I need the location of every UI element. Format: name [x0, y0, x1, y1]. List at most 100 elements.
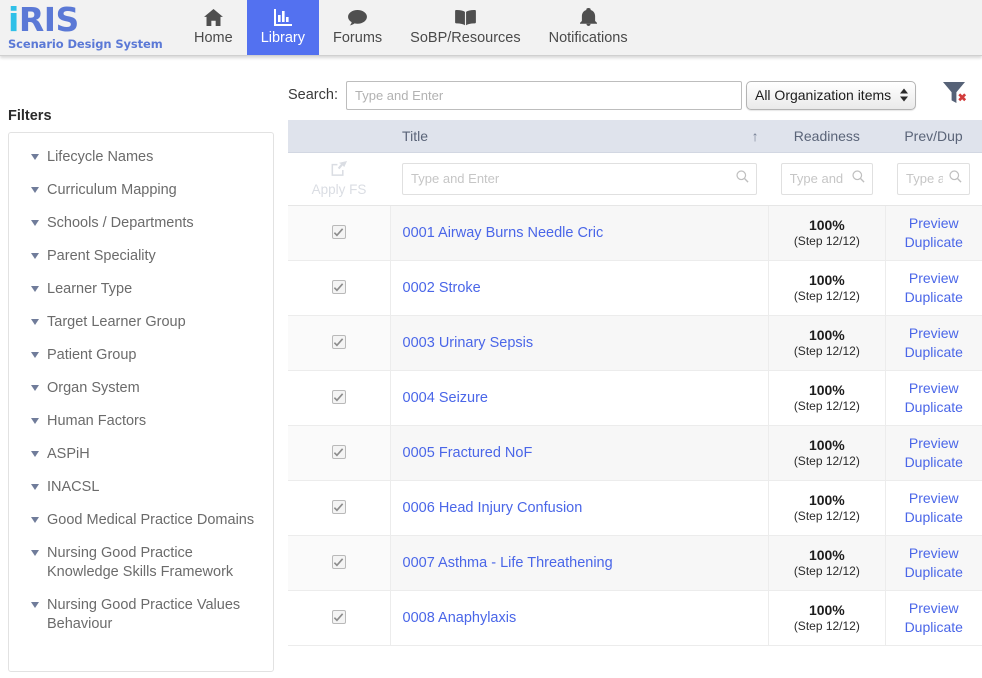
duplicate-link[interactable]: Duplicate [898, 343, 970, 362]
share-external-icon [331, 160, 348, 180]
row-checkbox[interactable] [332, 500, 346, 514]
nav-item-home[interactable]: Home [180, 0, 247, 55]
column-header-prevdup[interactable]: Prev/Dup [885, 120, 982, 152]
logo-letters-ris: RIS [19, 0, 79, 39]
filter-item-parent-speciality[interactable]: Parent Speciality [9, 240, 273, 273]
duplicate-link[interactable]: Duplicate [898, 398, 970, 417]
filter-label: Curriculum Mapping [47, 181, 177, 200]
preview-link[interactable]: Preview [898, 434, 970, 453]
column-header-title[interactable]: Title ↑ [390, 120, 769, 152]
scenario-title-link[interactable]: 0006 Head Injury Confusion [403, 500, 583, 516]
filters-heading: Filters [0, 56, 274, 132]
duplicate-link[interactable]: Duplicate [898, 563, 970, 582]
scenario-title-link[interactable]: 0008 Anaphylaxis [403, 610, 517, 626]
row-actions-cell: Preview Duplicate [885, 590, 982, 645]
filter-item-human-factors[interactable]: Human Factors [9, 405, 273, 438]
apply-fs-button[interactable]: Apply FS [292, 160, 386, 197]
row-title-cell: 0007 Asthma - Life Threathening [390, 535, 769, 590]
preview-link[interactable]: Preview [898, 214, 970, 233]
row-checkbox[interactable] [332, 280, 346, 294]
readiness-percent: 100% [781, 492, 872, 508]
preview-link[interactable]: Preview [898, 544, 970, 563]
table-row: 0008 Anaphylaxis 100% (Step 12/12) Previ… [288, 590, 982, 645]
filter-item-aspih[interactable]: ASPiH [9, 438, 273, 471]
prevdup-filter-cell [885, 152, 982, 205]
nav-item-library[interactable]: Library [247, 0, 319, 55]
nav-label-sobp-resources: SoBP/Resources [410, 30, 520, 46]
prevdup-filter-input[interactable] [898, 164, 969, 194]
row-checkbox[interactable] [332, 225, 346, 239]
filter-item-nursing-values-behaviour[interactable]: Nursing Good Practice Values Behaviour [9, 589, 273, 641]
brand-logo-block[interactable]: iRIS Scenario Design System [0, 0, 180, 55]
row-select-cell [288, 315, 390, 370]
filter-item-nursing-knowledge-skills-framework[interactable]: Nursing Good Practice Knowledge Skills F… [9, 537, 273, 589]
table-head: Title ↑ Readiness Prev/Dup [288, 120, 982, 152]
nav-label-notifications: Notifications [549, 30, 628, 46]
clear-filters-button[interactable] [938, 80, 972, 110]
row-checkbox[interactable] [332, 555, 346, 569]
scenario-title-link[interactable]: 0004 Seizure [403, 390, 488, 406]
preview-link[interactable]: Preview [898, 324, 970, 343]
scenario-title-link[interactable]: 0007 Asthma - Life Threathening [403, 555, 613, 571]
filter-item-good-medical-practice-domains[interactable]: Good Medical Practice Domains [9, 504, 273, 537]
nav-label-library: Library [261, 30, 305, 46]
chevron-down-icon [31, 484, 39, 490]
preview-link[interactable]: Preview [898, 269, 970, 288]
chevron-down-icon [31, 319, 39, 325]
preview-link[interactable]: Preview [898, 379, 970, 398]
duplicate-link[interactable]: Duplicate [898, 453, 970, 472]
filter-label: Lifecycle Names [47, 148, 153, 167]
filter-item-target-learner-group[interactable]: Target Learner Group [9, 306, 273, 339]
row-title-cell: 0004 Seizure [390, 370, 769, 425]
scenario-title-link[interactable]: 0002 Stroke [403, 280, 481, 296]
filter-item-lifecycle-names[interactable]: Lifecycle Names [9, 141, 273, 174]
apply-fs-cell: Apply FS [288, 152, 390, 205]
preview-link[interactable]: Preview [898, 489, 970, 508]
title-filter-input[interactable] [403, 164, 756, 194]
row-checkbox[interactable] [332, 445, 346, 459]
table-header-row: Title ↑ Readiness Prev/Dup [288, 120, 982, 152]
filter-item-patient-group[interactable]: Patient Group [9, 339, 273, 372]
row-readiness-cell: 100% (Step 12/12) [769, 425, 885, 480]
filter-item-learner-type[interactable]: Learner Type [9, 273, 273, 306]
filter-item-inacsl[interactable]: INACSL [9, 471, 273, 504]
readiness-percent: 100% [781, 272, 872, 288]
nav-item-notifications[interactable]: Notifications [535, 0, 642, 55]
top-navigation-bar: iRIS Scenario Design System Home Library… [0, 0, 982, 56]
organization-scope-select[interactable]: All Organization items [746, 81, 916, 110]
filter-item-curriculum-mapping[interactable]: Curriculum Mapping [9, 174, 273, 207]
row-checkbox[interactable] [332, 335, 346, 349]
filter-item-organ-system[interactable]: Organ System [9, 372, 273, 405]
column-header-readiness[interactable]: Readiness [769, 120, 885, 152]
table-row: 0007 Asthma - Life Threathening 100% (St… [288, 535, 982, 590]
duplicate-link[interactable]: Duplicate [898, 233, 970, 252]
table-row: 0004 Seizure 100% (Step 12/12) Preview D… [288, 370, 982, 425]
row-checkbox[interactable] [332, 610, 346, 624]
readiness-step: (Step 12/12) [781, 343, 872, 359]
filter-label: Patient Group [47, 346, 136, 365]
search-input[interactable] [346, 81, 742, 110]
scenario-title-link[interactable]: 0001 Airway Burns Needle Cric [403, 225, 604, 241]
row-title-cell: 0005 Fractured NoF [390, 425, 769, 480]
chevron-down-icon [31, 286, 39, 292]
column-header-select [288, 120, 390, 152]
row-select-cell [288, 480, 390, 535]
nav-item-forums[interactable]: Forums [319, 0, 396, 55]
row-checkbox[interactable] [332, 390, 346, 404]
nav-item-sobp-resources[interactable]: SoBP/Resources [396, 0, 534, 55]
scenario-title-link[interactable]: 0003 Urinary Sepsis [403, 335, 534, 351]
duplicate-link[interactable]: Duplicate [898, 288, 970, 307]
row-readiness-cell: 100% (Step 12/12) [769, 205, 885, 260]
filter-item-schools-departments[interactable]: Schools / Departments [9, 207, 273, 240]
duplicate-link[interactable]: Duplicate [898, 618, 970, 637]
filter-label: Good Medical Practice Domains [47, 511, 254, 530]
readiness-percent: 100% [781, 602, 872, 618]
preview-link[interactable]: Preview [898, 599, 970, 618]
readiness-percent: 100% [781, 327, 872, 343]
scenario-title-link[interactable]: 0005 Fractured NoF [403, 445, 533, 461]
comment-icon [348, 7, 367, 27]
duplicate-link[interactable]: Duplicate [898, 508, 970, 527]
filter-label: Schools / Departments [47, 214, 194, 233]
readiness-filter-input[interactable] [782, 164, 872, 194]
table-row: 0002 Stroke 100% (Step 12/12) Preview Du… [288, 260, 982, 315]
